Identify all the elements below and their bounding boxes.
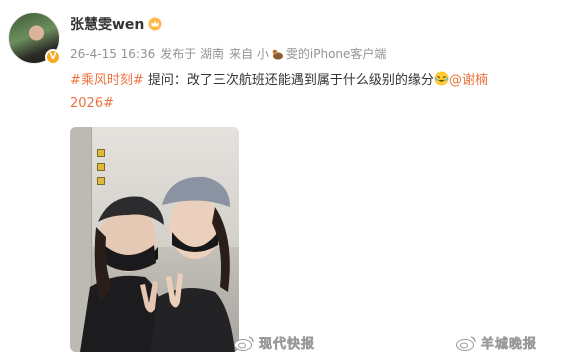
watermark-right-text: 羊城晚报	[481, 337, 538, 353]
source-client[interactable]: 雯的iPhone客户端	[286, 45, 387, 62]
pet-icon	[272, 49, 283, 59]
topic-link-2[interactable]: 2026#	[70, 96, 114, 111]
post-photo[interactable]	[70, 127, 239, 352]
mention-link[interactable]: @谢楠	[449, 73, 488, 88]
crown-icon[interactable]	[148, 17, 162, 31]
verified-badge: V	[45, 49, 61, 65]
watermark-left-text: 现代快报	[259, 337, 316, 353]
post-timestamp[interactable]: 26-4-15 16:36	[70, 47, 155, 61]
weibo-logo-icon	[234, 335, 254, 351]
watermark-right: 羊城晚报	[455, 333, 537, 352]
avatar-wrap[interactable]: V	[8, 12, 61, 65]
topic-link[interactable]: #乘风时刻#	[70, 73, 144, 88]
post-location: 发布于 湖南	[160, 47, 225, 61]
post-body: 提问：改了三次航班还能遇到属于什么级别的缘分	[143, 73, 434, 88]
photo-people	[80, 176, 235, 352]
laughing-tears-emoji-icon	[434, 71, 449, 86]
post-text: #乘风时刻# 提问：改了三次航班还能遇到属于什么级别的缘分 @谢楠 2026#	[70, 69, 550, 115]
username-row: 张慧雯wen	[70, 14, 162, 34]
username[interactable]: 张慧雯wen	[70, 14, 144, 34]
source-prefix: 来自 小	[229, 47, 269, 61]
weibo-logo-icon	[456, 335, 476, 351]
watermark-left: 现代快报	[233, 333, 315, 352]
post-meta: 26-4-15 16:36 发布于 湖南 来自 小 雯的iPhone客户端	[70, 45, 391, 62]
